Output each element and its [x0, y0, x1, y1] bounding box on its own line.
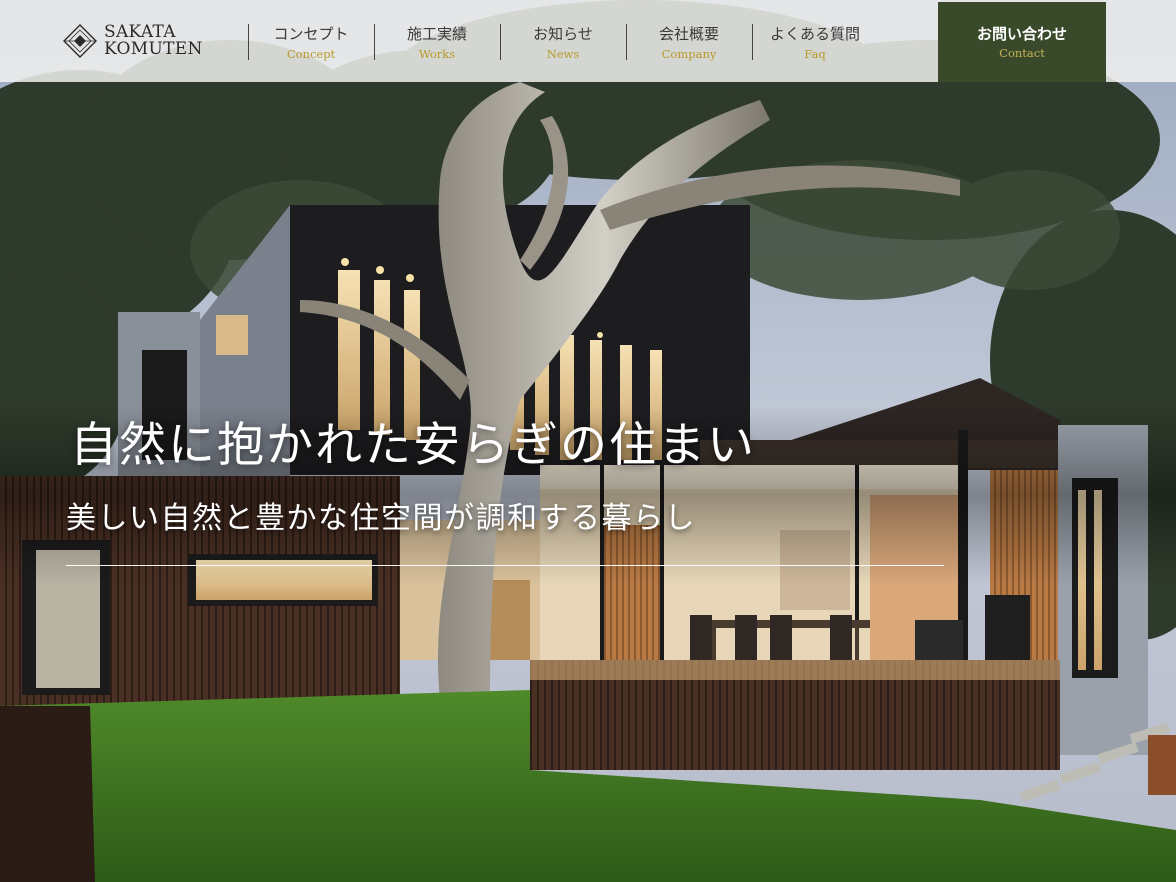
- hero-title: 自然に抱かれた安らぎの住まい: [70, 418, 756, 473]
- nav-item-label: よくある質問: [769, 25, 860, 43]
- logo-line-2: KOMUTEN: [104, 39, 203, 59]
- site-header: SAKATA KOMUTEN コンセプト Concept 施工実績 Works …: [0, 0, 1176, 82]
- page: SAKATA KOMUTEN コンセプト Concept 施工実績 Works …: [0, 0, 1176, 882]
- nav-item-faq[interactable]: よくある質問 Faq: [752, 0, 878, 82]
- hero-divider: [66, 565, 944, 566]
- hero-subtitle: 美しい自然と豊かな住空間が調和する暮らし: [66, 501, 696, 536]
- nav-item-news[interactable]: お知らせ News: [500, 0, 626, 82]
- nav-item-label: コンセプト: [273, 25, 349, 43]
- logo-wordmark: SAKATA KOMUTEN: [104, 24, 203, 58]
- logo[interactable]: SAKATA KOMUTEN: [62, 20, 203, 62]
- nav-item-concept[interactable]: コンセプト Concept: [248, 0, 374, 82]
- nav-item-sublabel: Works: [418, 47, 456, 61]
- nav-item-sublabel: Concept: [286, 47, 336, 61]
- contact-button-label: お問い合わせ: [976, 25, 1067, 43]
- nav-item-sublabel: Company: [661, 47, 717, 61]
- nav-item-label: 会社概要: [658, 25, 719, 43]
- main-nav: コンセプト Concept 施工実績 Works お知らせ News 会社概要 …: [248, 0, 878, 82]
- nav-item-label: 施工実績: [406, 25, 467, 43]
- nav-item-sublabel: Faq: [804, 47, 826, 61]
- nav-item-label: お知らせ: [533, 25, 593, 43]
- nav-item-works[interactable]: 施工実績 Works: [374, 0, 500, 82]
- contact-button-sublabel: Contact: [999, 46, 1045, 60]
- diamond-house-logo-icon: [63, 24, 97, 58]
- nav-item-company[interactable]: 会社概要 Company: [626, 0, 752, 82]
- contact-button[interactable]: お問い合わせ Contact: [938, 2, 1106, 82]
- nav-item-sublabel: News: [546, 47, 580, 61]
